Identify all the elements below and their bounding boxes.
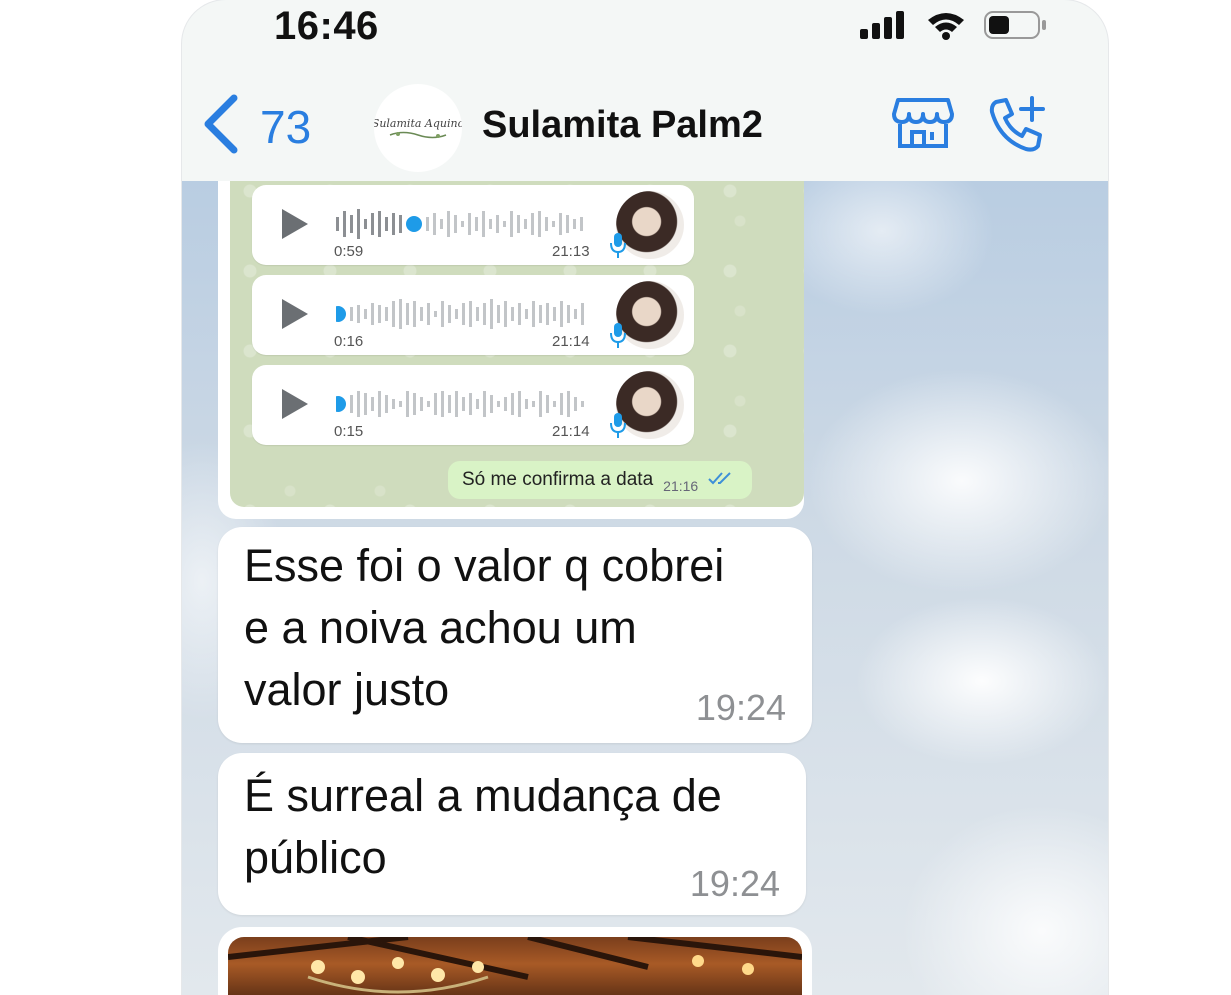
voice-time: 21:13 (552, 243, 590, 260)
message-line: É surreal a mudança de (244, 770, 722, 821)
sent-message-text: Só me confirma a data (462, 469, 654, 490)
back-button[interactable]: 73 (202, 94, 311, 159)
image-message[interactable]: 0:59 21:13 0:16 21:14 0:15 21:14 Só me c… (218, 181, 804, 519)
add-call-icon[interactable] (988, 96, 1048, 159)
waveform-icon (336, 299, 584, 329)
message-time: 19:24 (689, 863, 780, 904)
leaf-decoration-icon (389, 131, 447, 138)
waveform-icon (336, 209, 583, 239)
message-bubble[interactable]: Esse foi o valor q cobrei e a noiva acho… (218, 527, 812, 743)
chat-screenshot-image: 0:59 21:13 0:16 21:14 0:15 21:14 Só me c… (230, 181, 804, 507)
message-bubble[interactable]: É surreal a mudança de público 19:24 (218, 753, 806, 915)
message-line: Esse foi o valor q cobrei (244, 540, 725, 591)
voice-time: 21:14 (552, 333, 590, 350)
double-check-icon (708, 471, 734, 490)
avatar-logo-text: Sulamita Aquino (374, 116, 462, 130)
status-bar: 16:46 (182, 0, 1108, 60)
voice-message: 0:16 21:14 (252, 275, 694, 355)
phone-screen: 16:46 73 Sulamita Aquino Sulamita Palm2 … (182, 0, 1108, 995)
sender-avatar (616, 191, 684, 259)
wifi-icon (926, 10, 966, 45)
contact-name[interactable]: Sulamita Palm2 (482, 104, 763, 147)
message-line: e a noiva achou um (244, 602, 637, 653)
waveform-icon (336, 391, 584, 417)
sender-avatar (616, 371, 684, 439)
mic-icon (610, 321, 626, 354)
message-line: público (244, 832, 387, 883)
voice-duration: 0:59 (334, 243, 364, 260)
voice-duration: 0:15 (334, 423, 364, 440)
voice-message: 0:15 21:14 (252, 365, 694, 445)
signal-icon (860, 11, 908, 44)
sent-message-time: 21:16 (663, 478, 699, 494)
voice-message: 0:59 21:13 (252, 185, 694, 265)
message-line: valor justo (244, 664, 450, 715)
sender-avatar (616, 281, 684, 349)
message-time: 19:24 (695, 687, 786, 728)
contact-avatar[interactable]: Sulamita Aquino (374, 84, 462, 172)
photo-image (228, 937, 802, 995)
play-icon (280, 297, 310, 336)
unread-count: 73 (260, 100, 312, 153)
chandelier-photo-icon (228, 937, 802, 994)
battery-icon (984, 10, 1048, 45)
play-icon (280, 207, 310, 246)
photo-message[interactable] (218, 927, 812, 995)
message-text: É surreal a mudança de público (244, 765, 722, 889)
chat-header: 73 Sulamita Aquino Sulamita Palm2 (182, 60, 1108, 182)
message-text: Esse foi o valor q cobrei e a noiva acho… (244, 535, 724, 721)
voice-duration: 0:16 (334, 333, 364, 350)
chat-area[interactable]: 0:59 21:13 0:16 21:14 0:15 21:14 Só me c… (182, 181, 1108, 995)
voice-time: 21:14 (552, 423, 590, 440)
chevron-left-icon (202, 94, 238, 159)
status-icons (860, 10, 1048, 45)
store-icon[interactable] (892, 96, 954, 155)
play-icon (280, 387, 310, 426)
mic-icon (610, 231, 626, 264)
status-time: 16:46 (274, 4, 379, 48)
sent-message: Só me confirma a data 21:16 (448, 461, 753, 499)
mic-icon (610, 411, 626, 444)
